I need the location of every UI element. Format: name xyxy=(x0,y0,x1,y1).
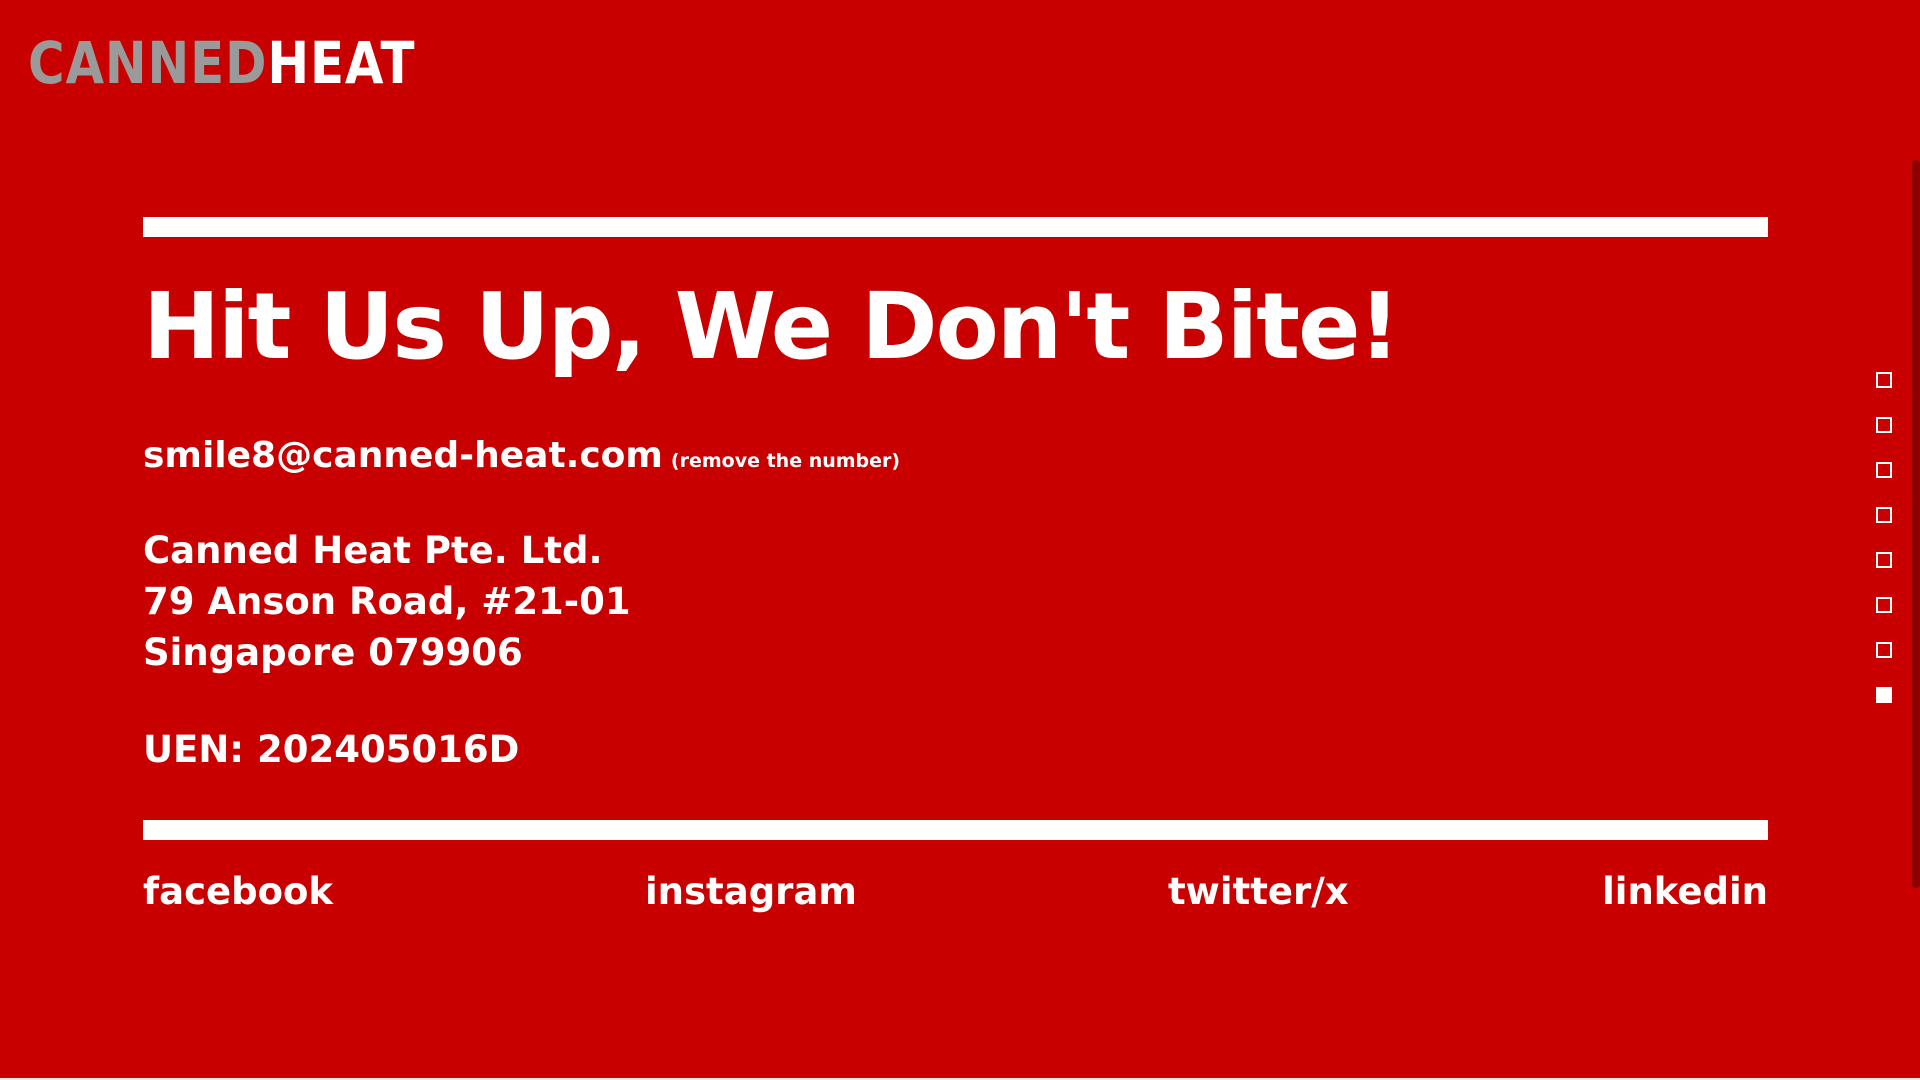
section-nav-dot-2[interactable] xyxy=(1876,417,1892,433)
address-line-city: Singapore 079906 xyxy=(143,631,523,674)
section-nav-dot-7[interactable] xyxy=(1876,642,1892,658)
linkedin-link[interactable]: linkedin xyxy=(1602,864,1768,920)
logo-text-heat: HEAT xyxy=(267,29,416,97)
company-address: Canned Heat Pte. Ltd. 79 Anson Road, #21… xyxy=(143,525,631,678)
scrollbar-thumb[interactable] xyxy=(1912,160,1920,888)
canned-heat-logo[interactable]: CANNED HEAT xyxy=(28,32,415,92)
bottom-divider xyxy=(143,820,1768,840)
logo-text-canned: CANNED xyxy=(28,29,268,97)
company-uen: UEN: 202405016D xyxy=(143,728,520,771)
top-divider xyxy=(143,217,1768,237)
section-nav-dot-3[interactable] xyxy=(1876,462,1892,478)
section-nav-dot-5[interactable] xyxy=(1876,552,1892,568)
section-nav-dot-1[interactable] xyxy=(1876,372,1892,388)
twitter-x-link[interactable]: twitter/x xyxy=(1168,864,1349,920)
contact-page: CANNED HEAT Hit Us Up, We Don't Bite! smi… xyxy=(0,0,1920,1080)
social-links: facebook instagram twitter/x linkedin xyxy=(143,864,1768,920)
section-nav-dot-4[interactable] xyxy=(1876,507,1892,523)
address-line-company: Canned Heat Pte. Ltd. xyxy=(143,529,603,572)
address-line-street: 79 Anson Road, #21-01 xyxy=(143,580,631,623)
section-nav-dot-6[interactable] xyxy=(1876,597,1892,613)
page-headline: Hit Us Up, We Don't Bite! xyxy=(143,273,1400,380)
section-nav-dot-8[interactable] xyxy=(1876,687,1892,703)
email-note: (remove the number) xyxy=(670,450,901,472)
instagram-link[interactable]: instagram xyxy=(645,864,857,920)
facebook-link[interactable]: facebook xyxy=(143,864,333,920)
page-scrollbar[interactable] xyxy=(1912,0,1920,1080)
contact-email[interactable]: smile8@canned-heat.com xyxy=(143,435,663,476)
email-line: smile8@canned-heat.com (remove the number… xyxy=(143,432,900,480)
